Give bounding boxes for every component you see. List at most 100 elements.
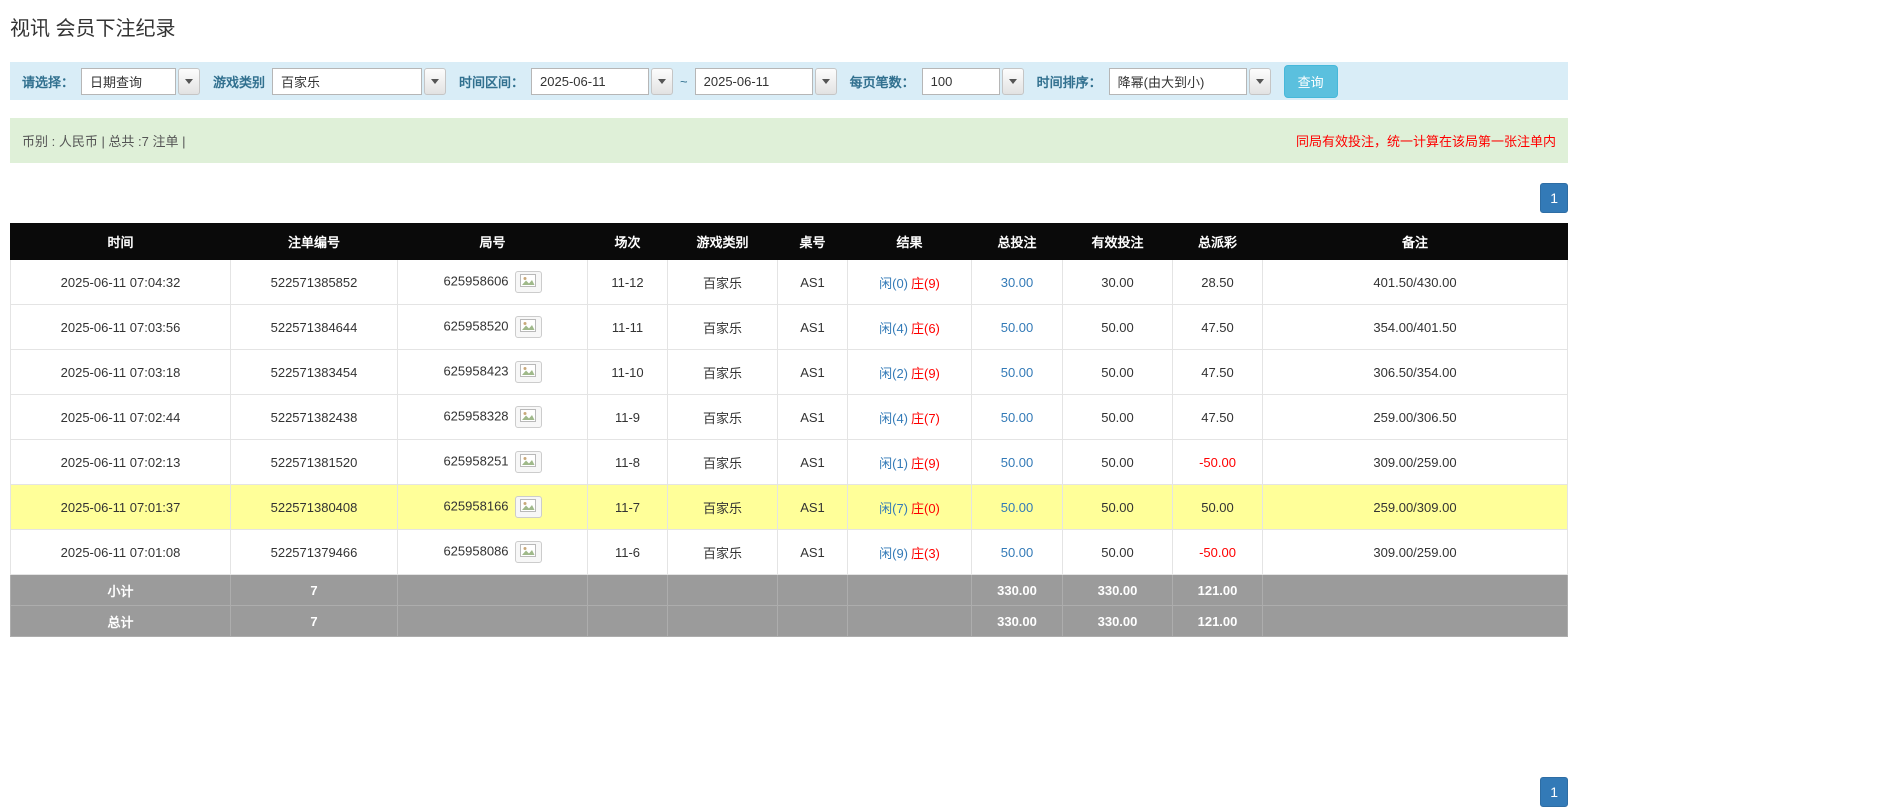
date-from-dropdown-button[interactable] bbox=[651, 68, 673, 95]
valid-bet: 50.00 bbox=[1063, 350, 1173, 395]
page-1-button[interactable]: 1 bbox=[1540, 183, 1568, 213]
total-bet-link[interactable]: 50.00 bbox=[1001, 545, 1034, 560]
round-number: 625958520 bbox=[443, 318, 508, 333]
total-bet-cell: 30.00 bbox=[972, 260, 1063, 305]
sort-order-dropdown-button[interactable] bbox=[1249, 68, 1271, 95]
bet-records-table: 时间注单编号局号场次游戏类别桌号结果总投注有效投注总派彩备注 2025-06-1… bbox=[10, 223, 1568, 637]
session-number: 11-12 bbox=[588, 260, 668, 305]
result-banker: 庄(9) bbox=[911, 276, 940, 291]
summary-row: 总计7330.00330.00121.00 bbox=[11, 606, 1568, 637]
date-range-group: 时间区间： ~ bbox=[459, 68, 837, 95]
round-result-thumbnail-icon bbox=[520, 274, 536, 290]
page-size-input[interactable] bbox=[922, 68, 1000, 95]
total-bet-cell: 50.00 bbox=[972, 350, 1063, 395]
query-type-input[interactable] bbox=[81, 68, 176, 95]
column-header-6: 结果 bbox=[848, 224, 972, 260]
sort-order-input[interactable] bbox=[1109, 68, 1247, 95]
payout-cell: 47.50 bbox=[1173, 305, 1263, 350]
total-bet-link[interactable]: 50.00 bbox=[1001, 500, 1034, 515]
round-cell: 625958166 bbox=[398, 485, 588, 530]
valid-bet-notice-text: 同局有效投注，统一计算在该局第一张注单内 bbox=[1296, 131, 1556, 150]
table-row: 2025-06-11 07:01:08522571379466625958086… bbox=[11, 530, 1568, 575]
round-result-button[interactable] bbox=[515, 451, 542, 473]
column-header-0: 时间 bbox=[11, 224, 231, 260]
total-bet-cell: 50.00 bbox=[972, 530, 1063, 575]
total-bet-cell: 50.00 bbox=[972, 305, 1063, 350]
summary-label: 小计 bbox=[11, 575, 231, 606]
sort-order-label: 时间排序： bbox=[1037, 72, 1102, 91]
round-result-button[interactable] bbox=[515, 271, 542, 293]
bet-time: 2025-06-11 07:01:08 bbox=[11, 530, 231, 575]
bet-time: 2025-06-11 07:02:44 bbox=[11, 395, 231, 440]
total-bet-link[interactable]: 50.00 bbox=[1001, 320, 1034, 335]
summary-total-bet: 330.00 bbox=[972, 606, 1063, 637]
round-result-button[interactable] bbox=[515, 496, 542, 518]
game-type-input[interactable] bbox=[272, 68, 422, 95]
bet-time: 2025-06-11 07:04:32 bbox=[11, 260, 231, 305]
bet-number: 522571385852 bbox=[231, 260, 398, 305]
round-result-button[interactable] bbox=[515, 541, 542, 563]
date-from-combobox bbox=[531, 68, 673, 95]
total-bet-link[interactable]: 30.00 bbox=[1001, 275, 1034, 290]
summary-valid-bet: 330.00 bbox=[1063, 606, 1173, 637]
game-type: 百家乐 bbox=[668, 395, 778, 440]
date-to-dropdown-button[interactable] bbox=[815, 68, 837, 95]
total-bet-link[interactable]: 50.00 bbox=[1001, 410, 1034, 425]
game-type-dropdown-button[interactable] bbox=[424, 68, 446, 95]
table-footer: 小计7330.00330.00121.00总计7330.00330.00121.… bbox=[11, 575, 1568, 637]
round-result-button[interactable] bbox=[515, 316, 542, 338]
bet-number: 522571380408 bbox=[231, 485, 398, 530]
sort-order-group: 时间排序： bbox=[1037, 68, 1271, 95]
session-number: 11-9 bbox=[588, 395, 668, 440]
result-player: 闲(2) bbox=[879, 366, 908, 381]
game-type-label: 游戏类别 bbox=[213, 72, 265, 91]
round-result-thumbnail-icon bbox=[520, 544, 536, 560]
round-result-button[interactable] bbox=[515, 406, 542, 428]
query-type-dropdown-button[interactable] bbox=[178, 68, 200, 95]
bet-time: 2025-06-11 07:03:56 bbox=[11, 305, 231, 350]
summary-empty-cell bbox=[398, 575, 588, 606]
page-size-dropdown-button[interactable] bbox=[1002, 68, 1024, 95]
table-number: AS1 bbox=[778, 530, 848, 575]
total-bet-link[interactable]: 50.00 bbox=[1001, 365, 1034, 380]
table-row: 2025-06-11 07:03:56522571384644625958520… bbox=[11, 305, 1568, 350]
result-cell: 闲(4)庄(6) bbox=[848, 305, 972, 350]
table-row: 2025-06-11 07:02:13522571381520625958251… bbox=[11, 440, 1568, 485]
result-banker: 庄(0) bbox=[911, 501, 940, 516]
game-type: 百家乐 bbox=[668, 305, 778, 350]
search-button[interactable]: 查询 bbox=[1284, 65, 1338, 98]
result-cell: 闲(4)庄(7) bbox=[848, 395, 972, 440]
result-player: 闲(9) bbox=[879, 546, 908, 561]
payout-cell: 47.50 bbox=[1173, 350, 1263, 395]
date-from-input[interactable] bbox=[531, 68, 649, 95]
caret-down-icon bbox=[185, 79, 193, 84]
summary-row: 小计7330.00330.00121.00 bbox=[11, 575, 1568, 606]
round-number: 625958328 bbox=[443, 408, 508, 423]
table-header-row: 时间注单编号局号场次游戏类别桌号结果总投注有效投注总派彩备注 bbox=[11, 224, 1568, 260]
query-type-group: 请选择： bbox=[22, 68, 200, 95]
payout-cell: -50.00 bbox=[1173, 530, 1263, 575]
summary-count: 7 bbox=[231, 575, 398, 606]
game-type: 百家乐 bbox=[668, 440, 778, 485]
date-to-input[interactable] bbox=[695, 68, 813, 95]
column-header-8: 有效投注 bbox=[1063, 224, 1173, 260]
column-header-7: 总投注 bbox=[972, 224, 1063, 260]
summary-valid-bet: 330.00 bbox=[1063, 575, 1173, 606]
summary-empty-cell bbox=[588, 606, 668, 637]
page-1-button[interactable]: 1 bbox=[1540, 777, 1568, 807]
payout-value: 47.50 bbox=[1201, 410, 1234, 425]
table-row: 2025-06-11 07:02:44522571382438625958328… bbox=[11, 395, 1568, 440]
caret-down-icon bbox=[658, 79, 666, 84]
round-result-button[interactable] bbox=[515, 361, 542, 383]
bet-time: 2025-06-11 07:01:37 bbox=[11, 485, 231, 530]
summary-count: 7 bbox=[231, 606, 398, 637]
payout-value: 50.00 bbox=[1201, 500, 1234, 515]
page-size-label: 每页笔数： bbox=[850, 72, 915, 91]
note: 306.50/354.00 bbox=[1263, 350, 1568, 395]
note: 259.00/306.50 bbox=[1263, 395, 1568, 440]
session-number: 11-6 bbox=[588, 530, 668, 575]
summary-empty-cell bbox=[398, 606, 588, 637]
bet-time: 2025-06-11 07:02:13 bbox=[11, 440, 231, 485]
result-banker: 庄(3) bbox=[911, 546, 940, 561]
total-bet-link[interactable]: 50.00 bbox=[1001, 455, 1034, 470]
